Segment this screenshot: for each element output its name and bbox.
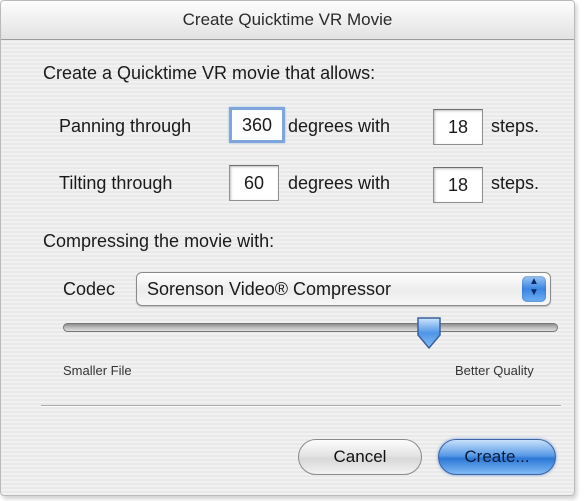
cancel-button[interactable]: Cancel <box>298 439 422 475</box>
panning-degrees-field[interactable]: 360 <box>229 107 285 143</box>
codec-selected-value: Sorenson Video® Compressor <box>147 279 392 299</box>
tilting-label: Tilting through <box>59 173 173 193</box>
panning-label: Panning through <box>59 116 192 136</box>
tilting-steps-label: steps. <box>491 173 540 193</box>
compress-label: Compressing the movie with: <box>43 231 275 251</box>
panning-steps-label: steps. <box>491 116 540 136</box>
tilting-degrees-label: degrees with <box>288 173 391 193</box>
better-quality-label: Better Quality <box>455 363 534 378</box>
divider <box>41 405 561 407</box>
panning-degrees-label: degrees with <box>288 116 391 136</box>
codec-label: Codec <box>63 279 116 299</box>
title-bar[interactable]: Create Quicktime VR Movie <box>1 1 574 40</box>
intro-text: Create a Quicktime VR movie that allows: <box>43 63 376 83</box>
codec-select[interactable]: Sorenson Video® Compressor ▲ ▼ <box>136 272 551 306</box>
panning-steps-field[interactable]: 18 <box>433 109 483 145</box>
tilting-degrees-field[interactable]: 60 <box>229 165 279 201</box>
updown-arrows-icon: ▲ ▼ <box>522 276 546 302</box>
window-title: Create Quicktime VR Movie <box>182 10 393 29</box>
quality-slider-track[interactable] <box>63 323 558 332</box>
create-qtvr-dialog: Create Quicktime VR Movie Create a Quick… <box>0 0 575 496</box>
tilting-steps-field[interactable]: 18 <box>433 167 483 203</box>
smaller-file-label: Smaller File <box>63 363 132 378</box>
create-button[interactable]: Create... <box>438 439 556 475</box>
slider-thumb-icon[interactable] <box>415 315 443 351</box>
